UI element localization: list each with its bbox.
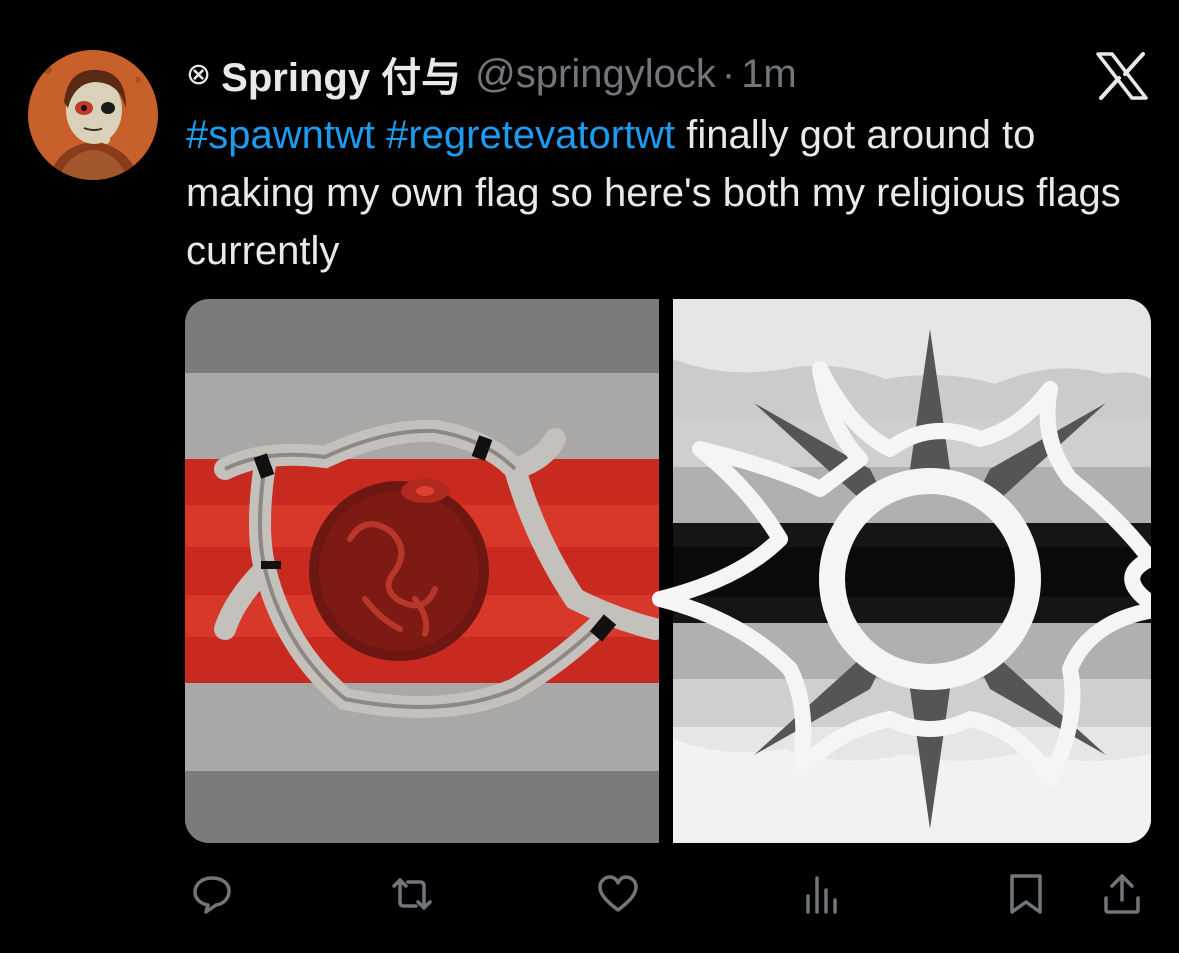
hashtag-link[interactable]: #spawntwt	[186, 113, 375, 157]
media-grid[interactable]	[185, 299, 1151, 843]
share-button[interactable]	[1096, 868, 1148, 920]
share-icon	[1104, 874, 1140, 914]
bookmark-icon	[1010, 874, 1042, 914]
tweet-text: #spawntwt #regretevatortwt finally got a…	[186, 106, 1146, 280]
x-logo-icon[interactable]	[1096, 52, 1148, 100]
retweet-button[interactable]	[386, 868, 438, 920]
action-bar	[186, 868, 1146, 920]
retweet-icon	[392, 878, 432, 910]
views-icon	[806, 876, 837, 914]
views-button[interactable]	[796, 868, 848, 920]
white-spiked-sun-flag[interactable]	[652, 299, 1151, 843]
timestamp[interactable]: 1m	[741, 52, 797, 97]
hashtag-link[interactable]: #regretevatortwt	[386, 113, 675, 157]
reply-icon	[193, 876, 231, 914]
reply-button[interactable]	[186, 868, 238, 920]
author-avatar[interactable]	[28, 50, 158, 180]
pentagram-circle-icon: ⊗	[186, 57, 212, 91]
separator: ·	[721, 51, 736, 96]
like-button[interactable]	[592, 868, 644, 920]
red-orb-bone-ring-flag[interactable]	[185, 299, 666, 843]
like-icon	[598, 875, 638, 912]
bookmark-button[interactable]	[1000, 868, 1052, 920]
user-handle[interactable]: @springylock	[475, 52, 716, 97]
display-name[interactable]: Springy 付与	[221, 45, 461, 103]
tweet-header: ⊗ Springy 付与 @springylock · 1m	[186, 46, 797, 102]
